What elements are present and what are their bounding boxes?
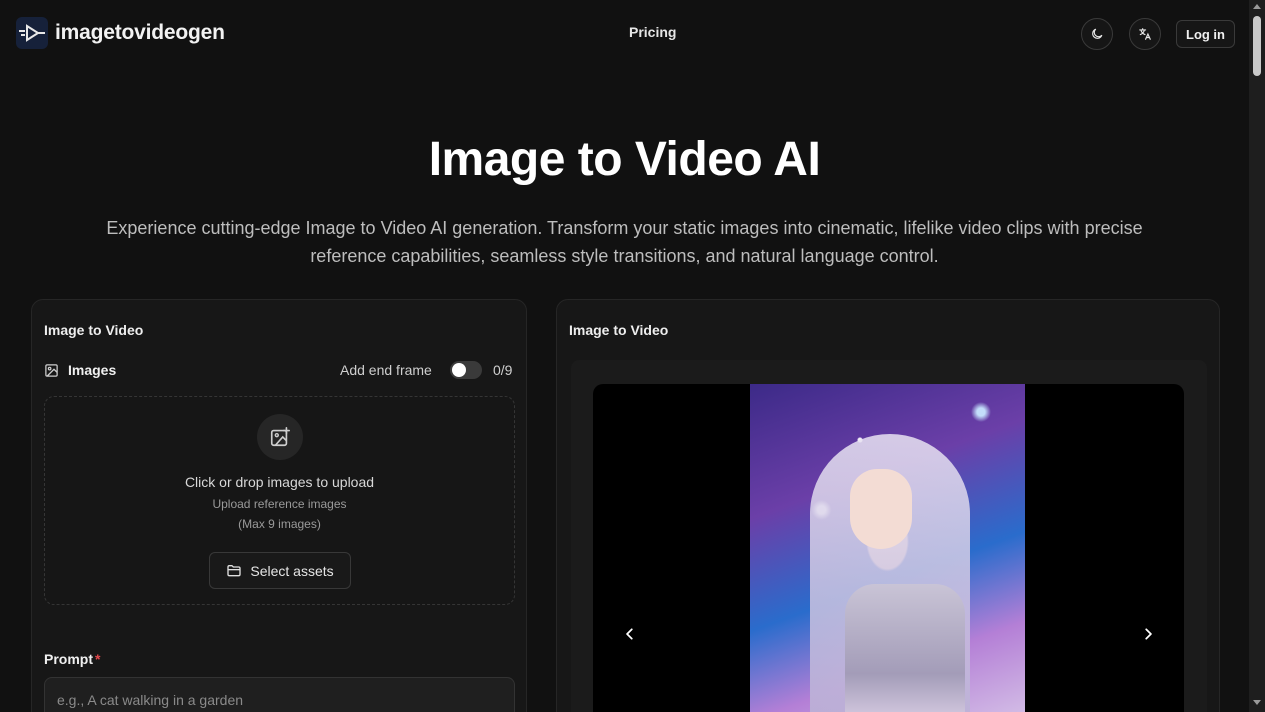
upload-image-icon xyxy=(257,414,303,460)
image-count: 0/9 xyxy=(493,362,513,378)
logo-icon xyxy=(16,17,48,49)
select-assets-button[interactable]: Select assets xyxy=(209,552,351,589)
preview-figure-dress xyxy=(845,584,965,712)
login-button[interactable]: Log in xyxy=(1176,20,1235,48)
add-end-frame-toggle[interactable] xyxy=(450,361,482,379)
video-preview[interactable] xyxy=(593,384,1184,712)
folder-icon xyxy=(227,564,242,576)
dropzone-limit: (Max 9 images) xyxy=(238,517,321,531)
dropzone-hint: Upload reference images xyxy=(212,497,347,511)
nav-pricing-link[interactable]: Pricing xyxy=(629,24,676,40)
scroll-down-arrow-icon[interactable] xyxy=(1253,700,1261,705)
select-assets-label: Select assets xyxy=(250,562,334,579)
top-header: imagetovideogen Pricing Log in xyxy=(0,0,1249,68)
next-arrow-icon[interactable] xyxy=(1138,624,1158,644)
panel-title: Image to Video xyxy=(44,322,144,338)
images-header: Images Add end frame 0/9 xyxy=(44,361,515,381)
logo[interactable]: imagetovideogen xyxy=(16,17,225,49)
prompt-input[interactable] xyxy=(44,677,515,712)
logo-text: imagetovideogen xyxy=(55,21,225,44)
scroll-up-arrow-icon[interactable] xyxy=(1253,4,1261,9)
add-end-frame-label: Add end frame xyxy=(340,362,432,378)
generator-panel: Image to Video Images Add end frame 0/9 … xyxy=(31,299,527,712)
theme-toggle-button[interactable] xyxy=(1081,18,1113,50)
image-icon xyxy=(45,364,58,377)
previous-arrow-icon[interactable] xyxy=(620,624,640,644)
preview-image xyxy=(750,384,1025,712)
images-label: Images xyxy=(68,362,117,378)
prompt-label-text: Prompt xyxy=(44,651,93,667)
preview-panel-title: Image to Video xyxy=(569,322,669,338)
page-title: Image to Video AI xyxy=(428,133,821,186)
moon-icon xyxy=(1092,28,1103,39)
toggle-knob xyxy=(452,363,466,377)
prompt-label: Prompt * xyxy=(44,651,100,667)
preview-figure-face xyxy=(850,469,912,549)
scroll-thumb[interactable] xyxy=(1253,16,1261,76)
page-subtitle: Experience cutting-edge Image to Video A… xyxy=(106,218,1143,266)
required-mark: * xyxy=(95,651,101,667)
dropzone-title: Click or drop images to upload xyxy=(184,474,375,490)
image-dropzone[interactable]: Click or drop images to upload Upload re… xyxy=(44,396,515,605)
translate-icon xyxy=(1139,28,1151,40)
preview-panel: Image to Video xyxy=(556,299,1220,712)
page-scrollbar[interactable] xyxy=(1249,0,1265,712)
language-button[interactable] xyxy=(1129,18,1161,50)
